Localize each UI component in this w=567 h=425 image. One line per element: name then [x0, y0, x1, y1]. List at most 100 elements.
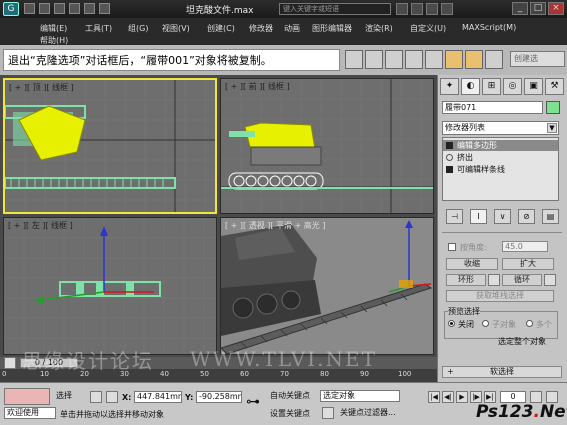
select-and-scale-icon[interactable]	[385, 50, 403, 69]
modifier-list-dropdown[interactable]: 修改器列表 ▼	[442, 121, 559, 135]
lock-selection-icon[interactable]	[90, 391, 102, 403]
object-name-field[interactable]: 履带071	[442, 101, 543, 114]
welcome-field[interactable]: 欢迎使用	[4, 407, 56, 419]
play-icon[interactable]: ▶	[456, 391, 468, 403]
loop-button[interactable]: 循环	[502, 274, 542, 286]
make-unique-icon[interactable]: ∨	[494, 209, 511, 224]
x-coordinate-field[interactable]: 447.841mr	[134, 391, 182, 403]
set-key-filter-icon[interactable]	[322, 407, 334, 419]
y-coordinate-field[interactable]: -90.258mm	[196, 391, 242, 403]
viewport-perspective[interactable]: [ + ][ 透视 ][ 平滑 + 高光 ]	[220, 217, 434, 355]
menu-customize[interactable]: 自定义(U)	[410, 23, 446, 34]
menu-animation[interactable]: 动画	[284, 23, 300, 34]
preview-off-label: 关闭	[458, 320, 474, 329]
new-file-icon[interactable]	[24, 3, 35, 14]
preview-subobject-radio[interactable]	[482, 320, 489, 327]
menu-edit[interactable]: 编辑(E)	[40, 23, 67, 34]
project-folder-icon[interactable]	[99, 3, 110, 14]
menu-tools[interactable]: 工具(T)	[85, 23, 112, 34]
ring-spinner[interactable]	[488, 274, 500, 286]
previous-frame-icon[interactable]: ◀|	[442, 391, 454, 403]
object-color-swatch[interactable]	[546, 101, 560, 114]
set-key-button[interactable]: 设置关键点	[270, 408, 310, 419]
key-icon[interactable]: ⊶	[246, 395, 260, 409]
shrink-button[interactable]: 收缩	[446, 258, 498, 270]
x-label: X:	[122, 393, 132, 402]
stack-item-extrude[interactable]: 挤出	[443, 152, 558, 163]
grow-button[interactable]: 扩大	[502, 258, 554, 270]
by-angle-checkbox[interactable]	[448, 243, 456, 251]
favorites-star-icon[interactable]	[426, 3, 438, 15]
key-selection-dropdown[interactable]: 选定对象	[320, 390, 400, 402]
viewport-top-label[interactable]: [ + ][ 顶 ][ 线框 ]	[9, 82, 74, 93]
create-tab-icon[interactable]: ✦	[440, 78, 459, 95]
soft-selection-rollout-label: 软选择	[490, 367, 514, 376]
menu-graph-editors[interactable]: 图形编辑器	[312, 23, 352, 34]
create-selection-set-dropdown[interactable]: 创建选	[510, 51, 565, 67]
auto-key-button[interactable]: 自动关键点	[270, 390, 310, 401]
stack-item-edit-poly[interactable]: 编辑多边形	[443, 140, 558, 151]
app-logo-icon[interactable]: G	[3, 2, 19, 16]
help-icon[interactable]	[441, 3, 453, 15]
angle-snap-icon[interactable]	[465, 50, 483, 69]
maximize-button[interactable]: □	[530, 2, 546, 15]
menu-group[interactable]: 组(G)	[128, 23, 148, 34]
maxscript-listener-mini[interactable]	[4, 388, 50, 405]
modify-tab-icon[interactable]: ◐	[461, 78, 480, 95]
mini-curve-editor-icon[interactable]	[4, 357, 16, 369]
communication-center-icon[interactable]	[411, 3, 423, 15]
modifier-toggle-icon[interactable]	[446, 142, 453, 149]
open-file-icon[interactable]	[39, 3, 50, 14]
tick-label: 50	[200, 370, 209, 378]
loop-spinner[interactable]	[544, 274, 556, 286]
ring-button[interactable]: 环形	[446, 274, 486, 286]
modifier-list-label: 修改器列表	[445, 123, 485, 132]
viewport-perspective-label[interactable]: [ + ][ 透视 ][ 平滑 + 高光 ]	[225, 220, 325, 231]
show-end-result-icon[interactable]: I	[470, 209, 487, 224]
display-tab-icon[interactable]: ▣	[524, 78, 543, 95]
pivot-center-icon[interactable]	[425, 50, 443, 69]
search-input[interactable]: 键入关键字或短语	[279, 3, 391, 15]
close-button[interactable]: ×	[548, 2, 564, 15]
utilities-tab-icon[interactable]: ⚒	[545, 78, 564, 95]
snap-toggle-icon[interactable]	[445, 50, 463, 69]
perspective-view-canvas	[221, 220, 433, 354]
viewport-front[interactable]: [ + ][ 前 ][ 线框 ]	[220, 78, 434, 214]
minimize-button[interactable]: _	[512, 2, 528, 15]
lightbulb-icon[interactable]	[446, 154, 453, 161]
menu-views[interactable]: 视图(V)	[162, 23, 190, 34]
save-file-icon[interactable]	[54, 3, 65, 14]
search-icon[interactable]	[396, 3, 408, 15]
angle-spinner[interactable]: 45.0	[502, 241, 548, 252]
viewport-left-label[interactable]: [ + ][ 左 ][ 线框 ]	[8, 220, 73, 231]
menu-rendering[interactable]: 渲染(R)	[365, 23, 393, 34]
key-filters-button[interactable]: 关键点过滤器...	[340, 407, 396, 418]
hierarchy-tab-icon[interactable]: ⊞	[482, 78, 501, 95]
viewport-left[interactable]: [ + ][ 左 ][ 线框 ]	[3, 217, 217, 355]
stack-item-editable-spline[interactable]: 可编辑样条线	[443, 164, 558, 175]
select-and-rotate-icon[interactable]	[365, 50, 383, 69]
select-and-move-icon[interactable]	[345, 50, 363, 69]
undo-icon[interactable]	[69, 3, 80, 14]
preview-multi-radio[interactable]	[526, 320, 533, 327]
viewport-front-label[interactable]: [ + ][ 前 ][ 线框 ]	[225, 81, 290, 92]
viewport-top[interactable]: [ + ][ 顶 ][ 线框 ]	[3, 78, 217, 214]
redo-icon[interactable]	[84, 3, 95, 14]
absolute-mode-icon[interactable]	[106, 391, 118, 403]
reference-coordinate-icon[interactable]	[405, 50, 423, 69]
menu-modifiers[interactable]: 修改器	[249, 23, 273, 34]
modifier-toggle-icon[interactable]	[446, 166, 453, 173]
menu-maxscript[interactable]: MAXScript(M)	[462, 23, 516, 32]
tick-label: 60	[240, 370, 249, 378]
soft-selection-rollout[interactable]: + 软选择	[442, 366, 562, 378]
go-to-start-icon[interactable]: |◀	[428, 391, 440, 403]
get-stack-selection-button[interactable]: 获取堆栈选择	[446, 290, 554, 302]
preview-off-radio[interactable]	[448, 320, 455, 327]
configure-modifier-sets-icon[interactable]: ▤	[542, 209, 559, 224]
menu-create[interactable]: 创建(C)	[207, 23, 235, 34]
remove-modifier-icon[interactable]: ⊘	[518, 209, 535, 224]
motion-tab-icon[interactable]: ◎	[503, 78, 522, 95]
pin-stack-icon[interactable]: ⊣	[446, 209, 463, 224]
percent-snap-icon[interactable]	[485, 50, 503, 69]
stack-item-label: 可编辑样条线	[457, 165, 505, 174]
